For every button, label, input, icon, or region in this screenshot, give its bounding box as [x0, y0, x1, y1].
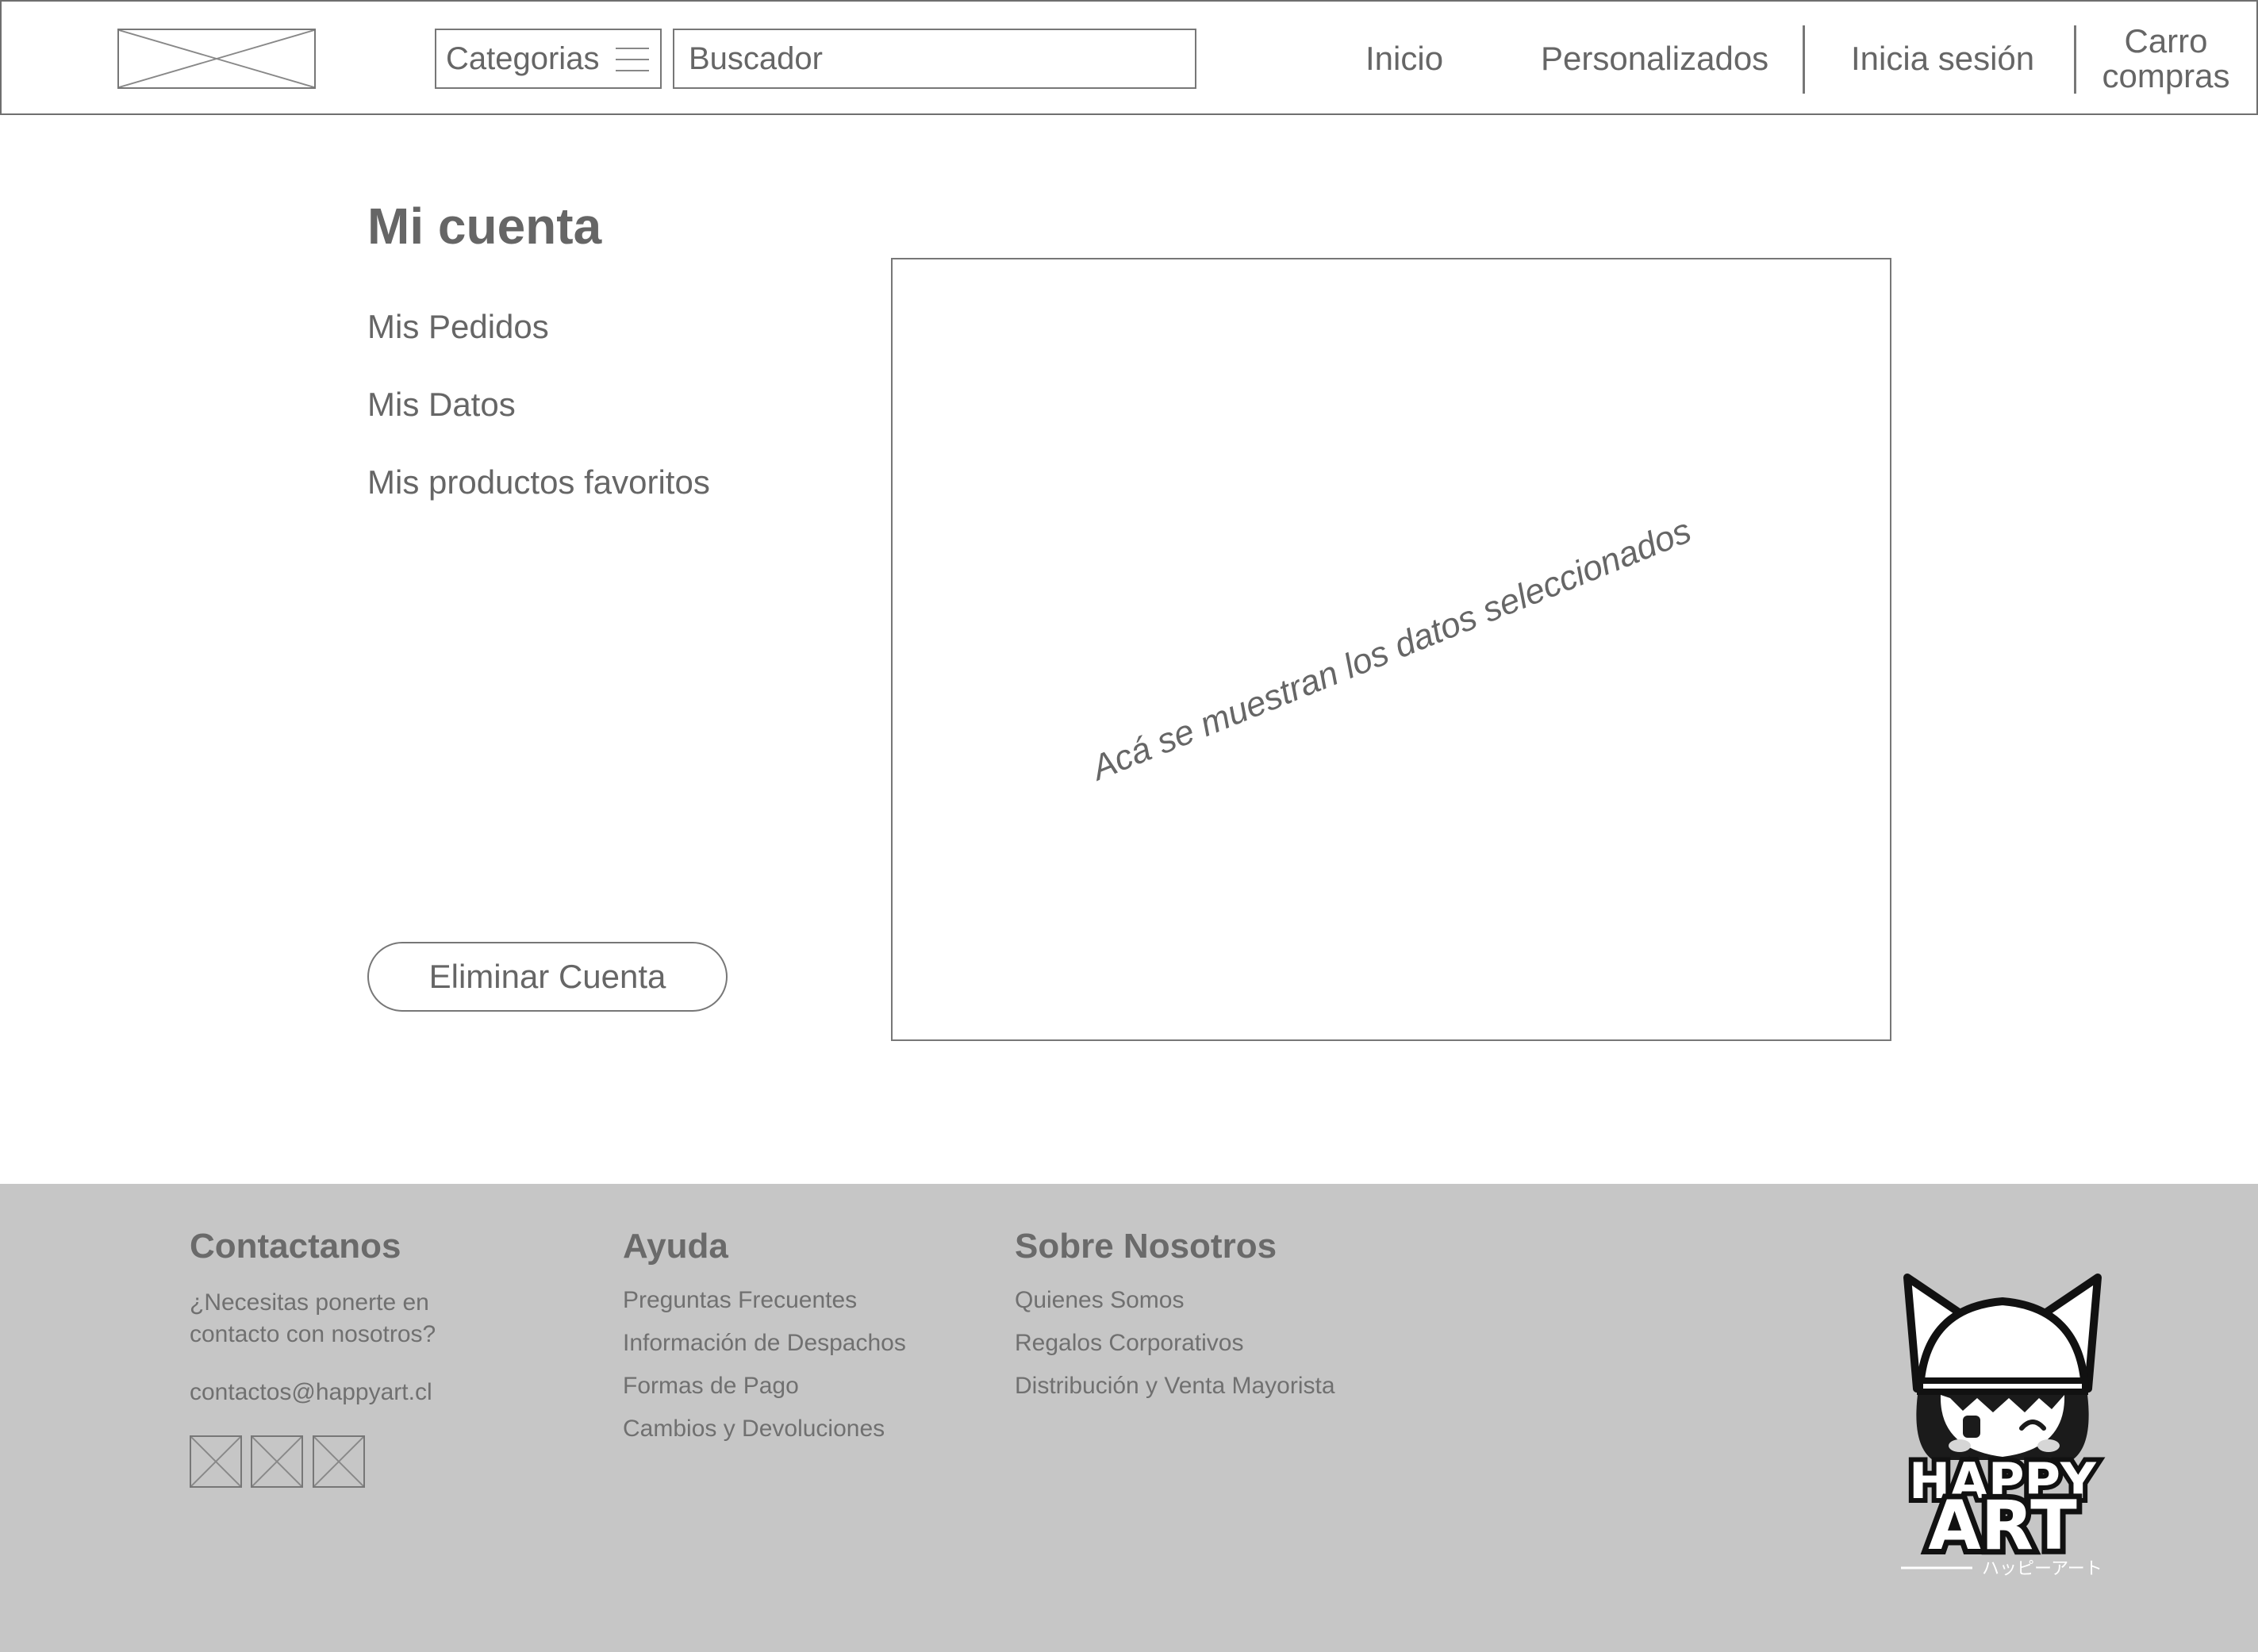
categories-label: Categorias	[446, 41, 600, 76]
panel-placeholder-note: Acá se muestran los datos seleccionados	[1085, 510, 1696, 788]
footer-contact-text: ¿Necesitas ponerte en contacto con nosot…	[190, 1289, 436, 1347]
footer-contact-title: Contactanos	[190, 1227, 401, 1266]
top-nav-bar: Categorias Buscador Inicio Personalizado…	[0, 0, 2258, 115]
footer-link-faq[interactable]: Preguntas Frecuentes	[623, 1287, 857, 1314]
footer-link-shipping[interactable]: Información de Despachos	[623, 1330, 906, 1357]
footer-contact-email[interactable]: contactos@happyart.cl	[190, 1379, 432, 1406]
delete-account-button[interactable]: Eliminar Cuenta	[367, 942, 728, 1012]
cart-label-line1: Carro	[2124, 22, 2208, 60]
footer-link-about[interactable]: Quienes Somos	[1015, 1287, 1184, 1314]
footer-link-wholesale[interactable]: Distribución y Venta Mayorista	[1015, 1373, 1335, 1400]
social-placeholder-icon[interactable]	[313, 1435, 365, 1488]
account-menu-favorites[interactable]: Mis productos favoritos	[367, 463, 710, 501]
logo-placeholder-icon[interactable]	[117, 29, 316, 89]
account-menu-data[interactable]: Mis Datos	[367, 386, 516, 424]
nav-link-login[interactable]: Inicia sesión	[1851, 38, 2034, 79]
nav-link-home[interactable]: Inicio	[1365, 38, 1443, 79]
nav-divider	[2074, 25, 2076, 94]
footer-link-returns[interactable]: Cambios y Devoluciones	[623, 1416, 885, 1443]
social-placeholder-icon[interactable]	[190, 1435, 242, 1488]
search-placeholder: Buscador	[689, 41, 823, 76]
footer: Contactanos ¿Necesitas ponerte en contac…	[0, 1184, 2258, 1652]
hamburger-icon	[616, 48, 649, 71]
brand-logo-line2: ART	[1928, 1486, 2077, 1566]
account-menu-orders[interactable]: Mis Pedidos	[367, 308, 549, 346]
nav-link-custom[interactable]: Personalizados	[1541, 38, 1768, 79]
brand-logo-kana: ハッピーアート	[1982, 1559, 2102, 1576]
categories-button[interactable]: Categorias	[435, 29, 662, 89]
footer-link-payment[interactable]: Formas de Pago	[623, 1373, 799, 1400]
footer-help-title: Ayuda	[623, 1227, 728, 1266]
search-input[interactable]: Buscador	[673, 29, 1196, 89]
page-title: Mi cuenta	[367, 198, 602, 255]
footer-link-corporate[interactable]: Regalos Corporativos	[1015, 1330, 1243, 1357]
social-placeholder-icon[interactable]	[251, 1435, 303, 1488]
cart-label-line2: compras	[2102, 57, 2230, 94]
nav-link-cart[interactable]: Carro compras	[2087, 24, 2245, 94]
footer-about-title: Sobre Nosotros	[1015, 1227, 1277, 1266]
account-content-panel: Acá se muestran los datos seleccionados	[891, 258, 1891, 1041]
nav-divider	[1803, 25, 1805, 94]
happy-art-logo: HAPPY ART ハッピーアート	[1893, 1270, 2112, 1576]
